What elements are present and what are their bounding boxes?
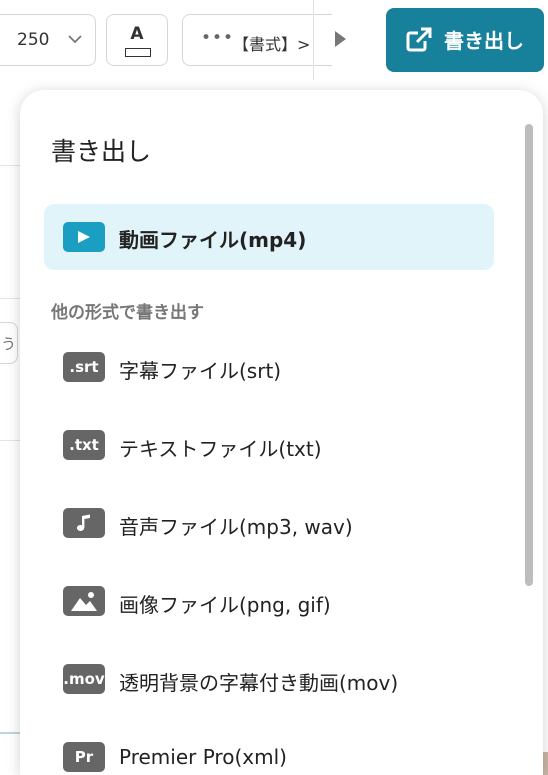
export-mp4-label: 動画ファイル(mp4) xyxy=(119,228,307,252)
export-image-label: 画像ファイル(png, gif) xyxy=(119,593,331,617)
export-premiere-item[interactable]: Pr Premier Pro(xml) xyxy=(44,728,494,775)
mov-badge-icon: .mov xyxy=(63,664,105,694)
chevron-down-icon xyxy=(68,35,82,44)
export-audio-item[interactable]: 音声ファイル(mp3, wav) xyxy=(44,494,494,552)
external-link-icon xyxy=(406,27,432,52)
menu-scrollbar[interactable] xyxy=(525,124,533,586)
export-txt-label: テキストファイル(txt) xyxy=(119,437,322,461)
export-srt-label: 字幕ファイル(srt) xyxy=(119,359,282,383)
export-menu-title: 書き出し xyxy=(51,137,152,166)
font-size-select[interactable]: 250 xyxy=(0,14,96,66)
left-pane-divider xyxy=(0,298,22,299)
left-pane-divider xyxy=(0,165,22,166)
text-color-button[interactable]: A xyxy=(106,14,168,66)
export-button-label: 書き出し xyxy=(444,29,524,53)
export-txt-item[interactable]: .txt テキストファイル(txt) xyxy=(44,416,494,474)
export-mov-item[interactable]: .mov 透明背景の字幕付き動画(mov) xyxy=(44,650,494,708)
export-audio-label: 音声ファイル(mp3, wav) xyxy=(119,515,353,539)
txt-badge-icon: .txt xyxy=(63,430,105,460)
left-pane-chip-text: う xyxy=(1,335,17,353)
export-menu: 書き出し 動画ファイル(mp4) 他の形式で書き出す .srt 字幕ファイル(s… xyxy=(20,90,543,775)
color-swatch xyxy=(125,48,151,57)
text-color-letter: A xyxy=(130,24,144,44)
more-dots-icon: ••• xyxy=(201,28,235,48)
format-button[interactable]: ••• 【書式】> xyxy=(182,14,332,66)
left-pane-divider xyxy=(0,732,22,734)
play-icon xyxy=(63,222,105,252)
image-icon xyxy=(63,586,105,616)
play-arrow-icon[interactable] xyxy=(333,30,347,48)
toolbar: 250 A ••• 【書式】> 書き出し xyxy=(0,0,548,80)
other-formats-label: 他の形式で書き出す xyxy=(51,303,204,323)
export-mov-label: 透明背景の字幕付き動画(mov) xyxy=(119,671,399,695)
toolbar-divider xyxy=(313,0,314,80)
premiere-badge-icon: Pr xyxy=(63,742,105,772)
export-mp4-item[interactable]: 動画ファイル(mp4) xyxy=(44,204,494,270)
export-srt-item[interactable]: .srt 字幕ファイル(srt) xyxy=(44,338,494,396)
music-note-icon xyxy=(63,508,105,538)
left-pane-divider xyxy=(0,440,22,441)
format-label: 【書式】> xyxy=(233,35,311,54)
left-pane-chip[interactable]: う xyxy=(0,322,18,364)
export-premiere-label: Premier Pro(xml) xyxy=(119,745,287,769)
export-button[interactable]: 書き出し xyxy=(386,8,544,72)
font-size-value: 250 xyxy=(17,30,50,50)
export-image-item[interactable]: 画像ファイル(png, gif) xyxy=(44,572,494,630)
srt-badge-icon: .srt xyxy=(63,352,105,382)
